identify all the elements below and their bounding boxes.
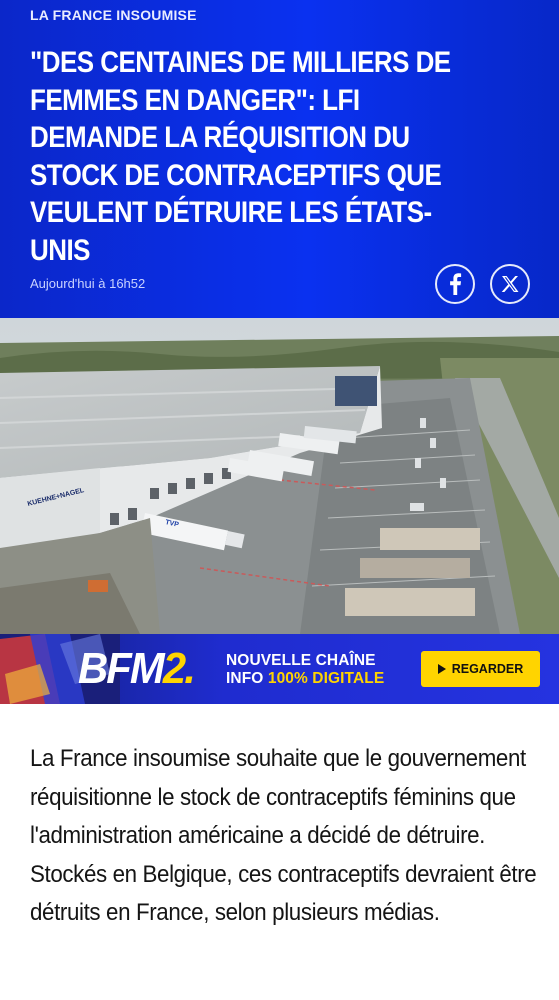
watch-button-label: REGARDER <box>451 662 524 676</box>
article-category[interactable]: LA FRANCE INSOUMISE <box>30 7 197 23</box>
watch-button[interactable]: REGARDER <box>421 651 540 687</box>
share-x-button[interactable] <box>490 264 530 304</box>
banner-line-1: NOUVELLE CHAÎNE <box>226 652 376 669</box>
article-photo: KUEHNE+NAGEL TVP <box>0 318 559 634</box>
article-header: LA FRANCE INSOUMISE "DES CENTAINES DE MI… <box>0 0 559 318</box>
x-icon <box>501 276 519 292</box>
bfm2-logo: BFM2. <box>78 644 196 693</box>
facebook-icon <box>450 273 462 295</box>
warehouse-aerial-image: KUEHNE+NAGEL TVP <box>0 318 559 634</box>
publish-timestamp: Aujourd'hui à 16h52 <box>30 276 146 291</box>
play-icon <box>437 664 446 674</box>
bfm2-promo-banner[interactable]: BFM2. NOUVELLE CHAÎNE INFO 100% DIGITALE… <box>0 634 559 704</box>
banner-tagline: NOUVELLE CHAÎNE INFO 100% DIGITALE <box>226 652 384 688</box>
article-title: "DES CENTAINES DE MILLIERS DE FEMMES EN … <box>30 46 451 267</box>
share-facebook-button[interactable] <box>435 264 475 304</box>
banner-line-2: INFO 100% DIGITALE <box>226 670 385 687</box>
article-lead-paragraph: La France insoumise souhaite que le gouv… <box>30 745 537 926</box>
